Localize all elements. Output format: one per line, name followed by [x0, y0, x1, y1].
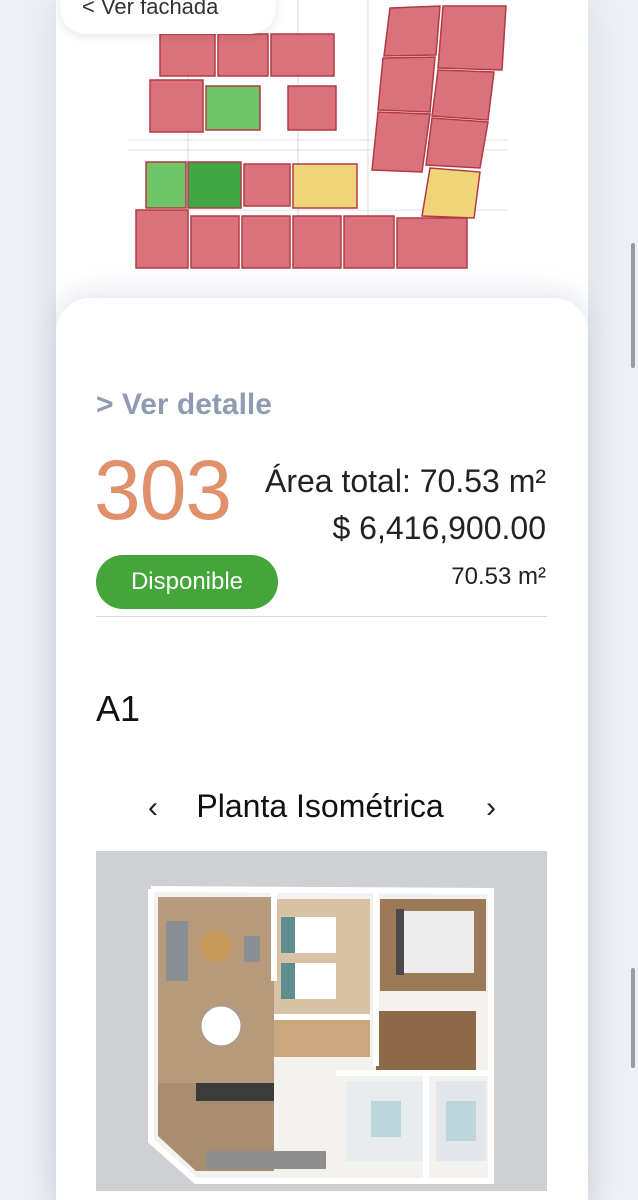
area-total-label: Área total: 70.53 m²: [264, 463, 546, 499]
unit-cell: [149, 79, 204, 133]
view-detail-link[interactable]: > Ver detalle: [96, 388, 272, 422]
view-title: Planta Isométrica: [196, 788, 444, 824]
unit-cell: [159, 33, 216, 77]
unit-cell: [343, 215, 395, 269]
unit-cell: [377, 56, 436, 113]
unit-cell: [145, 161, 187, 209]
chevron-right-icon[interactable]: ›: [476, 790, 506, 826]
unit-cell: [371, 111, 431, 173]
isometric-plan-illustration: [148, 886, 494, 1184]
unit-cell: [396, 217, 468, 269]
unit-cell: [241, 215, 291, 269]
unit-number: 303: [94, 443, 232, 537]
unit-cell: [292, 163, 358, 209]
status-badge[interactable]: Disponible: [96, 555, 278, 609]
unit-cell: [205, 85, 261, 131]
unit-cell: [383, 5, 441, 57]
unit-cell: [287, 85, 337, 131]
unit-cell: [425, 117, 489, 169]
unit-cell: [187, 161, 242, 209]
chevron-left-icon[interactable]: ‹: [138, 790, 168, 826]
unit-cell: [421, 167, 481, 219]
building-floorplan: [128, 0, 508, 270]
unit-cell: [270, 33, 335, 77]
unit-cell: [243, 163, 291, 207]
unit-cell: [190, 215, 240, 269]
divider: [96, 616, 547, 617]
unit-cell: [431, 69, 495, 121]
unit-price: $ 6,416,900.00: [332, 510, 546, 546]
back-to-facade-button[interactable]: < Ver fachada: [60, 0, 276, 34]
unit-cell: [292, 215, 342, 269]
unit-area: 70.53 m²: [451, 563, 546, 590]
scrollbar-thumb-secondary[interactable]: [631, 968, 635, 1068]
unit-model: A1: [96, 688, 141, 729]
scrollbar-thumb[interactable]: [631, 243, 635, 368]
unit-cell: [437, 5, 507, 71]
isometric-plan-image: [96, 851, 547, 1191]
unit-cell: [135, 209, 189, 269]
unit-cell: [217, 33, 269, 77]
